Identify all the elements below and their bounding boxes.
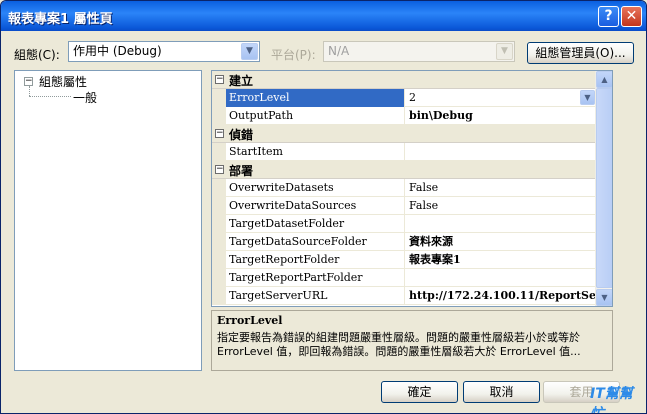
description-panel: ErrorLevel 指定要報告為錯誤的組建問題嚴重性層級。問題的嚴重性層級若小… — [211, 310, 613, 371]
property-name[interactable]: OverwriteDatasets — [226, 179, 405, 197]
property-value-text: http://172.24.100.11/ReportServer — [409, 289, 596, 302]
collapse-icon[interactable]: − — [215, 129, 224, 138]
tree-connector — [29, 86, 30, 96]
property-name[interactable]: OutputPath — [226, 107, 405, 125]
category-name: 偵錯 — [229, 128, 254, 142]
row-margin — [212, 287, 226, 305]
collapse-icon[interactable]: − — [24, 77, 33, 86]
row-margin — [212, 179, 226, 197]
cancel-button[interactable]: 取消 — [463, 381, 540, 403]
description-text: 指定要報告為錯誤的組建問題嚴重性層級。問題的嚴重性層級若小於或等於 ErrorL… — [217, 331, 581, 358]
property-value[interactable]: False — [406, 179, 596, 197]
property-row[interactable]: OverwriteDatasets False — [212, 179, 596, 197]
property-value-text: False — [409, 181, 439, 194]
row-margin — [212, 197, 226, 215]
description-title: ErrorLevel — [217, 314, 283, 327]
property-value[interactable]: bin\Debug — [406, 107, 596, 125]
window-title: 報表專案1 屬性頁 — [8, 12, 113, 27]
scroll-down-icon[interactable]: ▼ — [596, 289, 612, 306]
property-name[interactable]: TargetDataSourceFolder — [226, 233, 405, 251]
property-row[interactable]: TargetDatasetFolder — [212, 215, 596, 233]
property-value[interactable]: 2 ▼ — [406, 89, 596, 107]
chevron-down-icon[interactable]: ▼ — [241, 43, 258, 60]
category-name: 建立 — [229, 74, 254, 88]
chevron-down-icon[interactable]: ▼ — [580, 90, 595, 105]
ok-button[interactable]: 確定 — [381, 381, 458, 403]
property-grid[interactable]: − 建立 ErrorLevel 2 ▼ OutputPath bin\Debug − 偵錯 Sta… — [211, 70, 613, 307]
row-margin — [212, 215, 226, 233]
property-row[interactable]: ErrorLevel 2 ▼ — [212, 89, 596, 107]
scroll-thumb[interactable] — [596, 88, 612, 288]
grid-scrollbar[interactable]: ▲ ▼ — [595, 71, 612, 306]
tree-node-config-properties[interactable]: 組態屬性 — [39, 73, 87, 90]
property-name[interactable]: TargetServerURL — [226, 287, 405, 305]
property-value[interactable]: http://172.24.100.11/ReportServer — [406, 287, 596, 305]
property-list: − 建立 ErrorLevel 2 ▼ OutputPath bin\Debug − 偵錯 Sta… — [212, 71, 596, 305]
row-margin — [212, 107, 226, 125]
property-value-text: 2 — [409, 91, 416, 104]
property-row[interactable]: TargetDataSourceFolder 資料來源 — [212, 233, 596, 251]
property-name[interactable]: StartItem — [226, 143, 405, 161]
config-label: 組態(C): — [14, 48, 60, 62]
config-value: 作用中 (Debug) — [73, 44, 162, 58]
property-row[interactable]: OverwriteDataSources False — [212, 197, 596, 215]
property-name[interactable]: TargetReportFolder — [226, 251, 405, 269]
property-row[interactable]: TargetServerURL http://172.24.100.11/Repo… — [212, 287, 596, 305]
category-name: 部署 — [229, 164, 254, 178]
property-value-text: 資料來源 — [409, 235, 453, 248]
property-value-text: bin\Debug — [409, 109, 473, 122]
property-row[interactable]: TargetReportPartFolder — [212, 269, 596, 287]
property-value[interactable] — [406, 269, 596, 287]
platform-select[interactable]: N/A ▼ — [323, 41, 515, 62]
close-button[interactable]: ✕ — [621, 6, 642, 27]
property-value[interactable] — [406, 143, 596, 161]
chevron-down-icon: ▼ — [496, 43, 513, 60]
property-value[interactable]: 報表專案1 — [406, 251, 596, 269]
scroll-up-icon[interactable]: ▲ — [596, 71, 612, 88]
config-tree[interactable]: − 組態屬性 一般 — [14, 70, 202, 371]
property-value-text: 報表專案1 — [409, 253, 461, 266]
collapse-icon[interactable]: − — [215, 165, 224, 174]
config-manager-button[interactable]: 組態管理員(O)... — [527, 42, 634, 64]
property-name[interactable]: TargetReportPartFolder — [226, 269, 405, 287]
tree-connector — [29, 96, 71, 97]
property-name[interactable]: OverwriteDataSources — [226, 197, 405, 215]
row-margin — [212, 143, 226, 161]
property-value[interactable]: 資料來源 — [406, 233, 596, 251]
property-name[interactable]: ErrorLevel — [226, 89, 405, 107]
category-header[interactable]: − 偵錯 — [212, 125, 596, 143]
property-name[interactable]: TargetDatasetFolder — [226, 215, 405, 233]
collapse-icon[interactable]: − — [215, 75, 224, 84]
tree-node-general[interactable]: 一般 — [73, 89, 97, 106]
property-value[interactable]: False — [406, 197, 596, 215]
row-margin — [212, 269, 226, 287]
help-button[interactable]: ? — [598, 6, 619, 27]
row-margin — [212, 89, 226, 107]
platform-label: 平台(P): — [271, 48, 316, 62]
property-row[interactable]: TargetReportFolder 報表專案1 — [212, 251, 596, 269]
watermark-logo: IT幫幫忙 — [590, 386, 633, 414]
property-row[interactable]: OutputPath bin\Debug — [212, 107, 596, 125]
platform-value: N/A — [328, 44, 350, 58]
category-header[interactable]: − 部署 — [212, 161, 596, 179]
row-margin — [212, 251, 226, 269]
property-value-text: False — [409, 199, 439, 212]
row-margin — [212, 233, 226, 251]
title-bar: 報表專案1 屬性頁 ? ✕ — [1, 1, 646, 31]
category-header[interactable]: − 建立 — [212, 71, 596, 89]
config-select[interactable]: 作用中 (Debug) ▼ — [68, 41, 260, 62]
property-value[interactable] — [406, 215, 596, 233]
properties-dialog: 報表專案1 屬性頁 ? ✕ 組態(C): 作用中 (Debug) ▼ 平台(P)… — [0, 0, 647, 414]
property-row[interactable]: StartItem — [212, 143, 596, 161]
